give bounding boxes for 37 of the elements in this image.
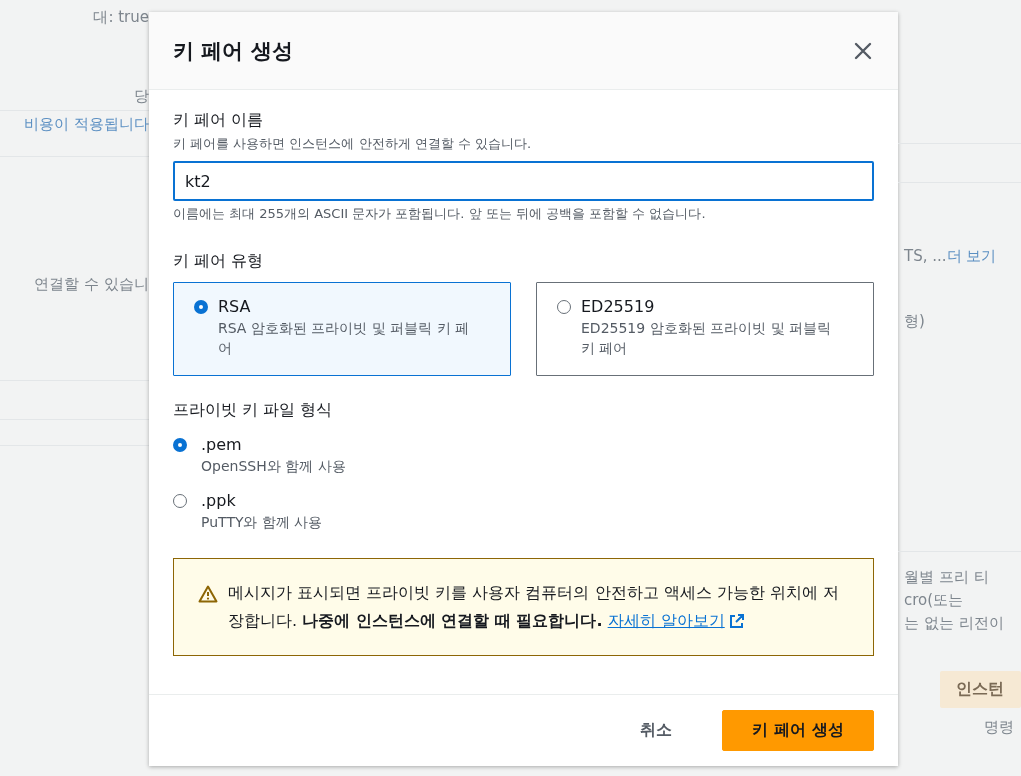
option-label: ED25519 bbox=[581, 297, 656, 316]
warning-icon bbox=[198, 585, 218, 604]
key-type-option[interactable]: RSA RSA 암호화된 프라이빗 및 퍼블릭 키 페어 bbox=[173, 282, 511, 376]
cancel-button[interactable]: 취소 bbox=[620, 711, 692, 750]
background-text: cro(또는 bbox=[904, 591, 964, 610]
field-label: 키 페어 유형 bbox=[173, 251, 265, 272]
background-text: TS, ... bbox=[904, 247, 947, 266]
field-label: 키 페어 이름 bbox=[173, 110, 265, 131]
radio-button[interactable] bbox=[173, 438, 187, 452]
learn-more-link[interactable]: 자세히 알아보기 bbox=[607, 607, 745, 636]
background-text: 대: true bbox=[93, 8, 149, 27]
option-label: .pem bbox=[201, 435, 243, 454]
key-pair-name-field[interactable]: kt2 bbox=[173, 161, 874, 201]
radio-button[interactable] bbox=[557, 300, 571, 314]
background-text: 는 없는 리전이 bbox=[904, 614, 1004, 633]
dialog-title: 키 페어 생성 bbox=[173, 37, 293, 65]
option-description: OpenSSH와 함께 사용 bbox=[201, 457, 347, 476]
option-label: .ppk bbox=[201, 490, 237, 510]
option-description: PuTTY와 함께 사용 bbox=[201, 512, 324, 532]
close-icon bbox=[854, 41, 872, 60]
option-description: ED25519 암호화된 프라이빗 및 퍼블릭 키 페어 bbox=[581, 319, 832, 358]
background-text: 명령 bbox=[984, 718, 1014, 737]
field-description: 키 페어를 사용하면 인스턴스에 안전하게 연결할 수 있습니다. bbox=[173, 135, 533, 153]
background-text: 연결할 수 있습니 bbox=[34, 275, 149, 294]
external-link-icon bbox=[728, 613, 745, 630]
field-hint: 이름에는 최대 255개의 ASCII 문자가 포함됩니다. 앞 또는 뒤에 공백을 포함할 수 없습니다. bbox=[173, 205, 707, 223]
option-description: RSA 암호화된 프라이빗 및 퍼블릭 키 페어 bbox=[218, 319, 471, 358]
key-type-option[interactable]: ED25519 ED25519 암호화된 프라이빗 및 퍼블릭 키 페어 bbox=[536, 282, 874, 376]
option-label: RSA bbox=[218, 297, 252, 316]
radio-button[interactable] bbox=[173, 493, 187, 508]
radio-button[interactable] bbox=[194, 300, 208, 314]
field-label: 프라이빗 키 파일 형식 bbox=[173, 400, 334, 421]
warning-message: 메시지가 표시되면 프라이빗 키를 사용자 컴퓨터의 안전하고 액세스 가능한 위치에 저장합니다. 나중에 인스턴스에 연결할 때 필요합니다. 자세히 알아보기 bbox=[228, 579, 849, 636]
background-text: 형) bbox=[904, 312, 925, 331]
background-text: 당 bbox=[134, 87, 149, 106]
background-text: 월별 프리 티 bbox=[904, 568, 989, 587]
create-button[interactable]: 키 페어 생성 bbox=[722, 710, 874, 751]
